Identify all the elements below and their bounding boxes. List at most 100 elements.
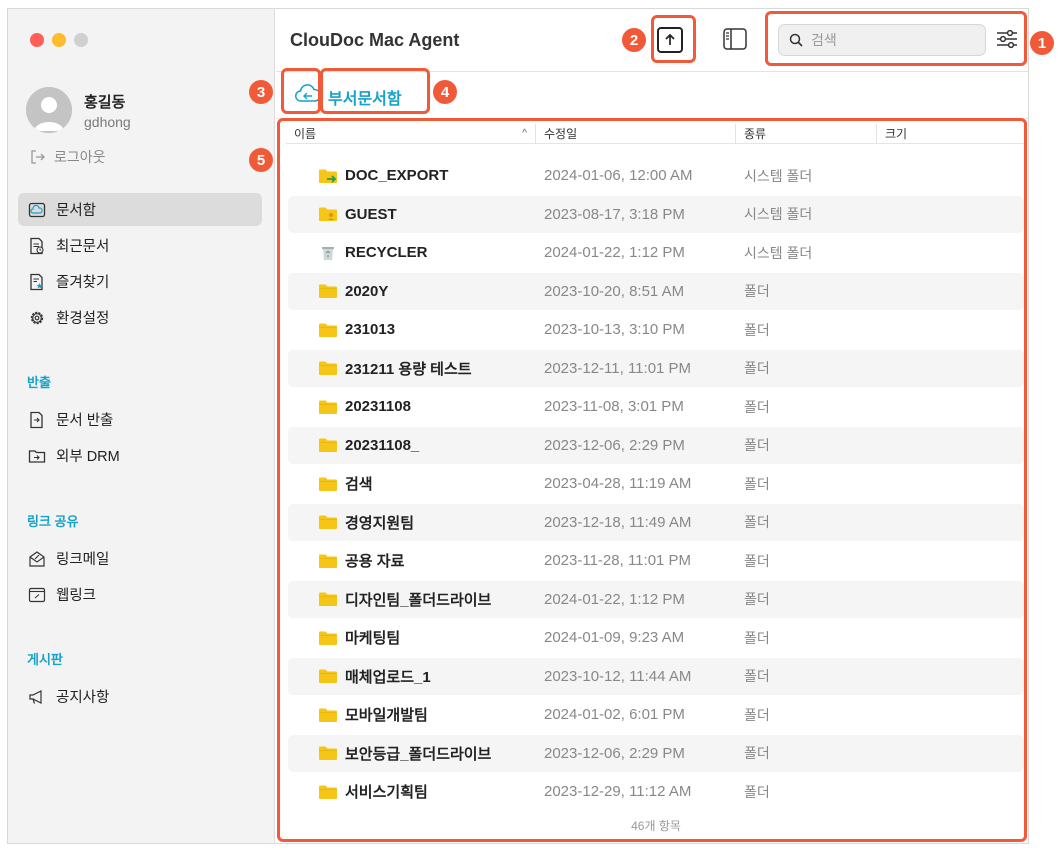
row-modified: 2023-10-12, 11:44 AM <box>544 667 692 685</box>
logout-label: 로그아웃 <box>54 149 106 165</box>
column-header-name[interactable]: 이름 ^ <box>286 124 536 143</box>
cloud-back-icon <box>295 84 321 102</box>
row-name-cell: 20231108_ <box>288 437 543 454</box>
table-row[interactable]: 모바일개발팀 2024-01-02, 6:01 PM 폴더 <box>288 696 1024 734</box>
nav-item-favorites[interactable]: 즐겨찾기 <box>18 265 262 298</box>
table-row[interactable]: 매체업로드_1 2023-10-12, 11:44 AM 폴더 <box>288 657 1024 695</box>
search-input[interactable] <box>811 32 971 48</box>
row-name-cell: 231013 <box>288 321 543 338</box>
table-row[interactable]: 231013 2023-10-13, 3:10 PM 폴더 <box>288 311 1024 349</box>
table-row[interactable]: 20231108_ 2023-12-06, 2:29 PM 폴더 <box>288 426 1024 464</box>
nav-item-doc-export[interactable]: 문서 반출 <box>18 403 262 436</box>
table-row[interactable]: 서비스기획팀 2023-12-29, 11:12 AM 폴더 <box>288 773 1024 811</box>
row-kind: 폴더 <box>744 591 770 608</box>
row-name: 20231108 <box>345 398 411 416</box>
cloud-doc-icon <box>28 202 46 217</box>
table-row[interactable]: 디자인팀_폴더드라이브 2024-01-22, 1:12 PM 폴더 <box>288 580 1024 618</box>
section-title-link-share: 링크 공유 <box>27 514 79 529</box>
row-name-cell: 서비스기획팀 <box>288 781 543 802</box>
table-row[interactable]: 2020Y 2023-10-20, 8:51 AM 폴더 <box>288 272 1024 310</box>
filter-button[interactable] <box>996 29 1018 54</box>
folder-icon <box>318 630 338 646</box>
row-name-cell: RECYCLER <box>288 244 543 261</box>
row-name-cell: 검색 <box>288 473 543 494</box>
zoom-window-button[interactable] <box>74 33 88 47</box>
table-row[interactable]: 20231108 2023-11-08, 3:01 PM 폴더 <box>288 388 1024 426</box>
row-name: 모바일개발팀 <box>345 707 428 725</box>
row-name-cell: 231211 용량 테스트 <box>288 358 543 379</box>
column-header-size[interactable]: 크기 <box>877 124 1026 143</box>
table-row[interactable]: 공용 자료 2023-11-28, 11:01 PM 폴더 <box>288 542 1024 580</box>
row-name-cell: DOC_EXPORT <box>288 167 543 184</box>
search-box[interactable] <box>778 24 986 56</box>
nav-item-documents[interactable]: 문서함 <box>18 193 262 226</box>
folder-icon <box>318 437 338 453</box>
cloud-back-button[interactable] <box>294 83 322 110</box>
external-drm-icon <box>28 449 46 463</box>
nav-item-recent[interactable]: 최근문서 <box>18 229 262 262</box>
nav-label: 문서 반출 <box>56 413 114 429</box>
column-label: 수정일 <box>544 127 578 141</box>
file-list: DOC_EXPORT 2024-01-06, 12:00 AM 시스템 폴더 GUES… <box>288 157 1024 812</box>
close-window-button[interactable] <box>30 33 44 47</box>
row-kind: 시스템 폴더 <box>744 206 813 223</box>
table-row[interactable]: 마케팅팀 2024-01-09, 9:23 AM 폴더 <box>288 619 1024 657</box>
folder-icon <box>318 553 338 569</box>
nav-item-web-link[interactable]: 웹링크 <box>18 578 262 611</box>
nav-label: 환경설정 <box>56 311 110 327</box>
row-name: 매체업로드_1 <box>345 668 431 686</box>
table-row[interactable]: RECYCLER 2024-01-22, 1:12 PM 시스템 폴더 <box>288 234 1024 272</box>
sliders-icon <box>997 29 1017 49</box>
row-name: 디자인팀_폴더드라이브 <box>345 591 492 609</box>
row-modified: 2024-01-22, 1:12 PM <box>544 590 685 608</box>
nav-item-notice[interactable]: 공지사항 <box>18 680 262 713</box>
nav-label: 문서함 <box>56 203 97 219</box>
table-row[interactable]: DOC_EXPORT 2024-01-06, 12:00 AM 시스템 폴더 <box>288 157 1024 195</box>
nav-item-settings[interactable]: 환경설정 <box>18 301 262 334</box>
nav-item-link-mail[interactable]: 링크메일 <box>18 542 262 575</box>
row-name-cell: 2020Y <box>288 283 543 300</box>
table-row[interactable]: 231211 용량 테스트 2023-12-11, 11:01 PM 폴더 <box>288 349 1024 387</box>
upload-button[interactable] <box>657 27 683 53</box>
recent-doc-icon <box>30 237 44 254</box>
main-nav: 문서함 최근문서 즐겨찾기 환경설정 <box>18 193 262 337</box>
row-name-cell: 디자인팀_폴더드라이브 <box>288 589 543 610</box>
logout-button[interactable]: 로그아웃 <box>30 147 106 167</box>
row-modified: 2023-12-29, 11:12 AM <box>544 783 692 801</box>
section-title-board: 게시판 <box>27 652 63 667</box>
row-name-cell: 경영지원팀 <box>288 512 543 533</box>
table-row[interactable]: 검색 2023-04-28, 11:19 AM 폴더 <box>288 465 1024 503</box>
minimize-window-button[interactable] <box>52 33 66 47</box>
row-kind: 폴더 <box>744 283 770 300</box>
window-controls <box>30 33 88 47</box>
link-nav: 링크메일 웹링크 <box>18 542 262 614</box>
table-row[interactable]: 경영지원팀 2023-12-18, 11:49 AM 폴더 <box>288 503 1024 541</box>
row-kind: 폴더 <box>744 398 770 415</box>
row-kind: 폴더 <box>744 706 770 723</box>
table-row[interactable]: 보안등급_폴더드라이브 2023-12-06, 2:29 PM 폴더 <box>288 734 1024 772</box>
breadcrumb-current[interactable]: 부서문서함 <box>328 85 402 109</box>
toolbar-divider <box>276 71 1028 72</box>
folder-icon <box>318 591 338 607</box>
app-window: 홍길동 gdhong 로그아웃 문서함 최근문서 즐겨찾기 환경설정 반출 문서… <box>7 8 1029 844</box>
row-name-cell: 마케팅팀 <box>288 627 543 648</box>
sidebar-toggle-button[interactable] <box>723 28 747 55</box>
row-modified: 2024-01-22, 1:12 PM <box>544 244 685 262</box>
folder-icon <box>318 322 338 338</box>
nav-item-external-drm[interactable]: 외부 DRM <box>18 439 262 472</box>
row-modified: 2024-01-02, 6:01 PM <box>544 706 685 724</box>
row-kind: 폴더 <box>744 552 770 569</box>
sort-ascending-icon: ^ <box>522 128 527 139</box>
folder-icon <box>318 745 338 761</box>
sidebar: 홍길동 gdhong 로그아웃 문서함 최근문서 즐겨찾기 환경설정 반출 문서… <box>8 9 275 843</box>
folder-icon <box>318 668 338 684</box>
row-name: 231211 용량 테스트 <box>345 360 472 378</box>
column-header-kind[interactable]: 종류 <box>736 124 877 143</box>
row-name: DOC_EXPORT <box>345 167 449 185</box>
column-header-modified[interactable]: 수정일 <box>536 124 736 143</box>
table-row[interactable]: GUEST 2023-08-17, 3:18 PM 시스템 폴더 <box>288 195 1024 233</box>
column-label: 종류 <box>744 127 767 141</box>
row-modified: 2023-11-28, 11:01 PM <box>544 552 692 570</box>
megaphone-icon <box>29 689 42 704</box>
folder-icon <box>318 476 338 492</box>
